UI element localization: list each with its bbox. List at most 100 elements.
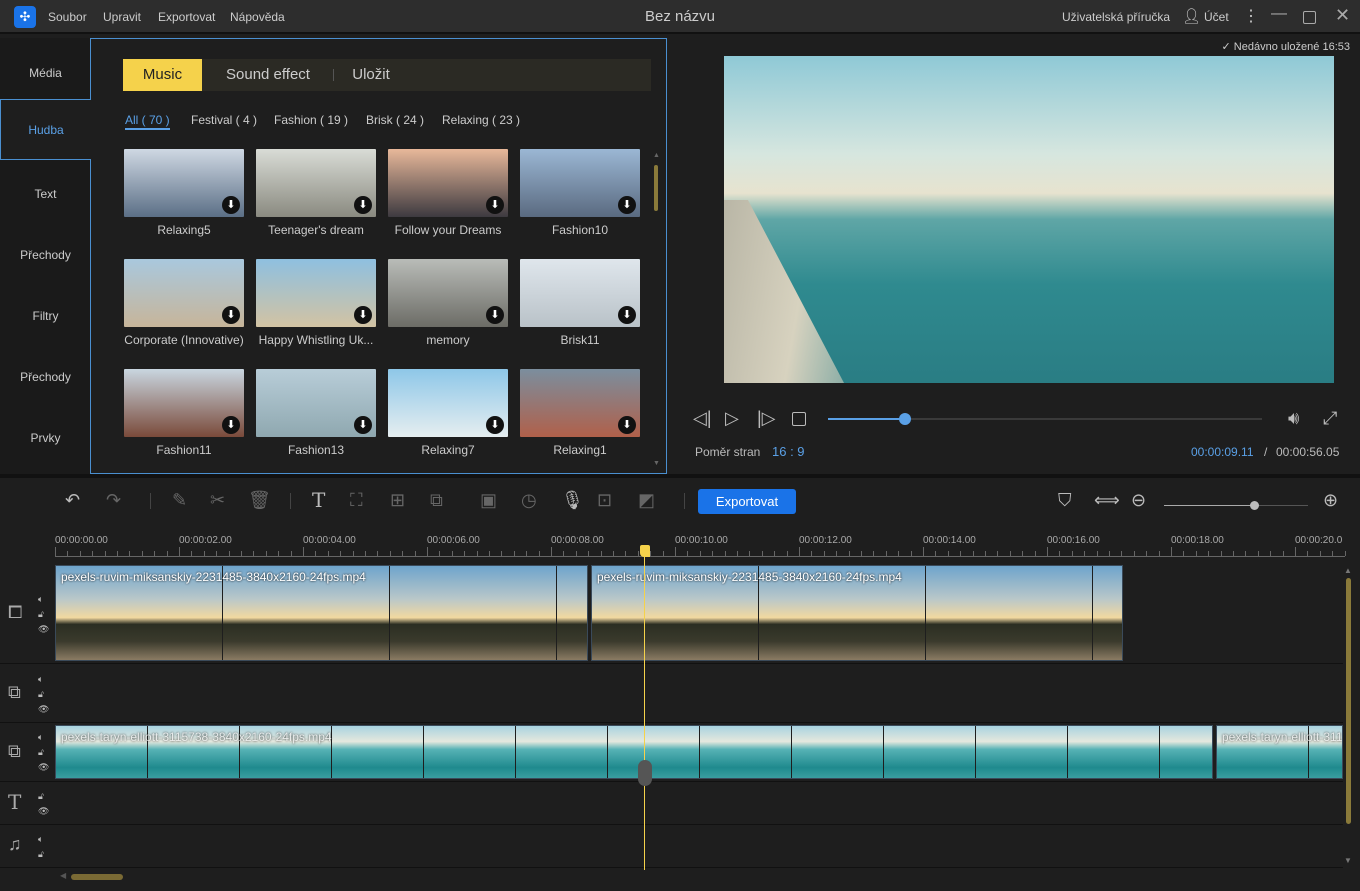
download-icon[interactable]: ⬇ xyxy=(618,416,636,434)
playhead-handle[interactable] xyxy=(640,545,650,557)
download-icon[interactable]: ⬇ xyxy=(618,306,636,324)
download-icon[interactable]: ⬇ xyxy=(486,416,504,434)
menu-soubor[interactable]: Soubor xyxy=(48,10,87,24)
music-item[interactable]: ⬇ Relaxing7 xyxy=(388,369,508,469)
fill-icon[interactable]: ◩ xyxy=(638,490,655,511)
tab-music[interactable]: Music xyxy=(123,59,202,91)
menu-upravit[interactable]: Upravit xyxy=(103,10,141,24)
scroll-up-icon[interactable]: ▲ xyxy=(653,152,660,159)
category-brisk[interactable]: Brisk ( 24 ) xyxy=(366,113,424,127)
scroll-up-icon[interactable]: ▲ xyxy=(1344,566,1352,575)
lock-icon[interactable]: 🔓︎ xyxy=(38,745,49,760)
mute-icon[interactable]: 🔈︎ xyxy=(38,592,49,607)
zoom-in-icon[interactable]: ⊕ xyxy=(1323,490,1338,511)
sidebar-item-prechody-2[interactable]: Přechody xyxy=(0,347,91,408)
sidebar-item-hudba[interactable]: Hudba xyxy=(0,99,91,160)
redo-icon[interactable]: ↷ xyxy=(106,490,121,511)
download-icon[interactable]: ⬇ xyxy=(354,416,372,434)
download-icon[interactable]: ⬇ xyxy=(222,196,240,214)
playhead-line[interactable] xyxy=(644,556,645,870)
cut-icon[interactable]: ✂ xyxy=(210,490,225,511)
zoom-slider-handle[interactable] xyxy=(1250,501,1259,510)
lock-icon[interactable]: 🔓︎ xyxy=(38,789,49,804)
minimize-icon[interactable]: — xyxy=(1271,5,1287,23)
music-item[interactable]: ⬇ Happy Whistling Uk... xyxy=(256,259,376,359)
delete-icon[interactable]: 🗑︎ xyxy=(248,490,271,511)
webcam-icon[interactable]: ⊡ xyxy=(597,490,612,511)
crop-icon[interactable]: ⛶ xyxy=(350,490,363,511)
music-item[interactable]: ⬇ Brisk11 xyxy=(520,259,640,359)
user-icon[interactable]: 👤︎ xyxy=(1182,7,1201,25)
export-button[interactable]: Exportovat xyxy=(698,489,796,514)
prev-frame-icon[interactable]: ◁| xyxy=(693,408,712,429)
download-icon[interactable]: ⬇ xyxy=(222,416,240,434)
tab-ulozit[interactable]: Uložit xyxy=(343,59,399,91)
music-item[interactable]: ⬇ memory xyxy=(388,259,508,359)
fullscreen-icon[interactable]: ⤢ xyxy=(1323,408,1337,429)
microphone-icon[interactable]: 🎙︎ xyxy=(561,490,584,511)
download-icon[interactable]: ⬇ xyxy=(486,306,504,324)
resize-icon[interactable]: ⊞ xyxy=(390,490,405,511)
category-relaxing[interactable]: Relaxing ( 23 ) xyxy=(442,113,520,127)
split-handle-icon[interactable] xyxy=(638,760,652,786)
edit-icon[interactable]: ✎ xyxy=(172,490,187,511)
tab-sound-effect[interactable]: Sound effect xyxy=(213,59,323,91)
category-all[interactable]: All ( 70 ) xyxy=(125,113,170,130)
download-icon[interactable]: ⬇ xyxy=(354,306,372,324)
user-guide-link[interactable]: Uživatelská příručka xyxy=(1062,10,1170,24)
clip-pip-2[interactable]: pexels-taryn-elliott-3115738-3840x2160-2… xyxy=(1216,725,1343,779)
music-item[interactable]: ⬇ Fashion10 xyxy=(520,149,640,249)
duration-icon[interactable]: ◷ xyxy=(521,490,537,511)
music-item[interactable]: ⬇ Corporate (Innovative) xyxy=(124,259,244,359)
volume-icon[interactable]: 🔊︎ xyxy=(1288,408,1299,429)
lock-icon[interactable]: 🔓︎ xyxy=(38,687,49,702)
lock-icon[interactable]: 🔓︎ xyxy=(38,607,49,622)
next-frame-icon[interactable]: |▷ xyxy=(757,408,776,429)
mute-icon[interactable]: 🔈︎ xyxy=(38,730,49,745)
fit-timeline-icon[interactable]: ⟺ xyxy=(1094,490,1120,511)
visibility-icon[interactable]: 👁︎ xyxy=(38,804,49,819)
visibility-icon[interactable]: 👁︎ xyxy=(38,622,49,637)
music-item[interactable]: ⬇ Teenager's dream xyxy=(256,149,376,249)
aspect-value[interactable]: 16 : 9 xyxy=(772,444,805,459)
frame-icon[interactable]: ▣ xyxy=(480,490,497,511)
marker-icon[interactable]: ⛉ xyxy=(1058,490,1072,511)
category-festival[interactable]: Festival ( 4 ) xyxy=(191,113,257,127)
music-item[interactable]: ⬇ Follow your Dreams xyxy=(388,149,508,249)
clip-main-2[interactable]: pexels-ruvim-miksanskiy-2231485-3840x216… xyxy=(591,565,1123,661)
clip-pip-1[interactable]: pexels-taryn-elliott-3115738-3840x2160-2… xyxy=(55,725,1213,779)
zoom-out-icon[interactable]: ⊖ xyxy=(1131,490,1146,511)
download-icon[interactable]: ⬇ xyxy=(222,306,240,324)
maximize-icon[interactable] xyxy=(1303,11,1316,24)
timeline-vertical-scrollbar[interactable] xyxy=(1346,578,1351,824)
stop-icon[interactable] xyxy=(792,412,806,426)
mute-icon[interactable]: 🔈︎ xyxy=(38,672,49,687)
mute-icon[interactable]: 🔈︎ xyxy=(38,832,44,847)
menu-napoveda[interactable]: Nápověda xyxy=(230,10,285,24)
undo-icon[interactable]: ↶ xyxy=(65,490,80,511)
music-item[interactable]: ⬇ Fashion11 xyxy=(124,369,244,469)
more-icon[interactable]: ⋮ xyxy=(1243,6,1259,26)
library-scrollbar[interactable] xyxy=(654,165,658,211)
scroll-left-icon[interactable]: ◀ xyxy=(60,871,66,880)
mosaic-icon[interactable]: ⧉ xyxy=(430,490,443,511)
play-icon[interactable]: ▷ xyxy=(725,408,739,429)
sidebar-item-prechody[interactable]: Přechody xyxy=(0,225,91,286)
scroll-down-icon[interactable]: ▼ xyxy=(1344,856,1352,865)
scroll-down-icon[interactable]: ▼ xyxy=(653,460,660,467)
text-icon[interactable]: T xyxy=(312,488,325,512)
music-item[interactable]: ⬇ Relaxing1 xyxy=(520,369,640,469)
timeline-horizontal-scrollbar[interactable] xyxy=(71,874,123,880)
category-fashion[interactable]: Fashion ( 19 ) xyxy=(274,113,348,127)
download-icon[interactable]: ⬇ xyxy=(486,196,504,214)
panel-divider[interactable] xyxy=(0,474,1360,478)
close-icon[interactable]: ✕ xyxy=(1335,5,1350,26)
seek-handle[interactable] xyxy=(899,413,911,425)
download-icon[interactable]: ⬇ xyxy=(354,196,372,214)
lock-icon[interactable]: 🔓︎ xyxy=(38,847,44,862)
clip-main-1[interactable]: pexels-ruvim-miksanskiy-2231485-3840x216… xyxy=(55,565,588,661)
account-button[interactable]: Účet xyxy=(1204,10,1229,24)
music-item[interactable]: ⬇ Relaxing5 xyxy=(124,149,244,249)
sidebar-item-text[interactable]: Text xyxy=(0,164,91,225)
menu-exportovat[interactable]: Exportovat xyxy=(158,10,215,24)
